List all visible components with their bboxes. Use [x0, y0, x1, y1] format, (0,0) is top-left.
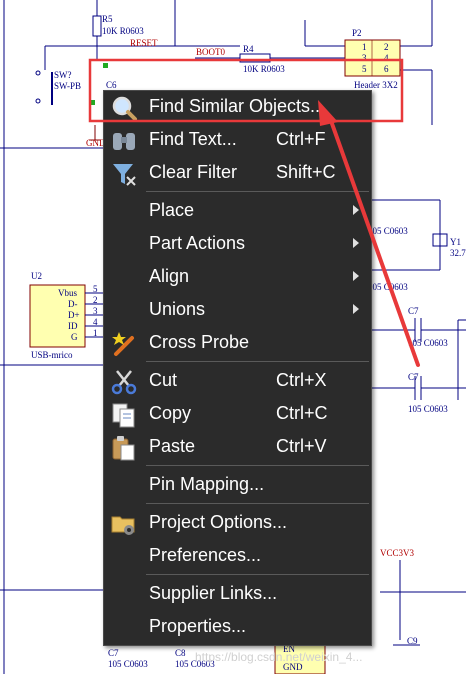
- menu-item-label: Pin Mapping...: [149, 474, 265, 494]
- c7-ref: C7: [408, 306, 419, 316]
- menu-separator: [146, 361, 369, 362]
- c7-ref: C7: [108, 648, 119, 658]
- cross-probe-icon: [112, 332, 134, 356]
- menu-item-cross-probe[interactable]: Cross Probe: [104, 327, 371, 360]
- cap-value: 105 C0603: [368, 282, 408, 292]
- cap-value: 105 C0603: [408, 338, 448, 348]
- menu-item-label: Align: [149, 266, 190, 286]
- menu-item-shortcut: Ctrl+X: [276, 370, 327, 390]
- u2-pin-number: 4: [93, 317, 98, 327]
- menu-item-place[interactable]: Place: [104, 195, 371, 228]
- u2-pin-number: 2: [93, 295, 98, 305]
- chevron-right-icon: [353, 304, 359, 314]
- menu-item-supplier-links[interactable]: Supplier Links...: [104, 578, 371, 611]
- cap-value: 105 C0603: [368, 226, 408, 236]
- u2-pin-number: 3: [93, 306, 98, 316]
- menu-item-cut[interactable]: Cut Ctrl+X: [104, 365, 371, 398]
- c6-ref: C6: [106, 80, 117, 90]
- project-options-icon: [111, 516, 135, 535]
- r4-ref: R4: [243, 44, 254, 54]
- menu-item-pin-mapping[interactable]: Pin Mapping...: [104, 469, 371, 502]
- menu-item-label: Cut: [149, 370, 178, 390]
- menu-item-unions[interactable]: Unions: [104, 294, 371, 327]
- u2-pin-number: 1: [93, 328, 98, 338]
- u2-pin-label: D-: [68, 299, 78, 309]
- p2-pin: 2: [384, 42, 389, 52]
- scissors-icon: [111, 370, 137, 395]
- y1-ref: Y1: [450, 237, 461, 247]
- switch-value: SW-PB: [54, 81, 82, 91]
- r5-value: 10K R0603: [102, 26, 144, 36]
- p2-pin: 6: [384, 64, 389, 74]
- context-menu: Find Similar Objects... Find Text... Ctr…: [103, 90, 372, 646]
- r4-value: 10K R0603: [243, 64, 285, 74]
- y1-value: 32.7: [450, 248, 466, 258]
- menu-item-clear-filter[interactable]: Clear Filter Shift+C: [104, 157, 371, 190]
- magnifier-icon: [112, 96, 137, 121]
- menu-item-align[interactable]: Align: [104, 261, 371, 294]
- menu-item-label: Find Text...: [149, 129, 237, 149]
- cap-value: 105 C0603: [108, 659, 148, 669]
- copy-icon: [112, 403, 135, 428]
- u2-pin-number: 5: [93, 284, 98, 294]
- menu-item-shortcut: Ctrl+V: [276, 436, 327, 456]
- p2-pin: 1: [362, 42, 367, 52]
- c9-ref: C9: [407, 636, 418, 646]
- u2-pin-label: D+: [68, 310, 80, 320]
- chevron-right-icon: [353, 205, 359, 215]
- menu-item-label: Paste: [149, 436, 196, 456]
- paste-icon: [112, 436, 135, 461]
- menu-item-label: Place: [149, 200, 195, 220]
- watermark: https://blog.csdn.net/weixin_4...: [195, 650, 363, 664]
- menu-item-properties[interactable]: Properties...: [104, 611, 371, 644]
- header-value: Header 3X2: [354, 80, 398, 90]
- u2-ref: U2: [31, 271, 42, 281]
- p2-pin: 5: [362, 64, 367, 74]
- boot0-net-label: BOOT0: [196, 47, 225, 57]
- c7-ref: C7: [408, 372, 419, 382]
- menu-item-label: Unions: [149, 299, 206, 319]
- menu-item-label: Supplier Links...: [149, 583, 278, 603]
- menu-item-project-options[interactable]: Project Options...: [104, 507, 371, 540]
- menu-item-label: Copy: [149, 403, 192, 423]
- menu-item-label: Preferences...: [149, 545, 262, 565]
- menu-item-label: Properties...: [149, 616, 247, 636]
- menu-separator: [146, 191, 369, 192]
- menu-item-label: Clear Filter: [149, 162, 238, 182]
- u2-pin-label: Vbus: [58, 288, 78, 298]
- u2-pin-label: G: [71, 332, 78, 342]
- p2-pin: 4: [384, 53, 389, 63]
- menu-item-preferences[interactable]: Preferences...: [104, 540, 371, 573]
- chevron-right-icon: [353, 271, 359, 281]
- chevron-right-icon: [353, 238, 359, 248]
- p2-pin: 3: [362, 53, 367, 63]
- menu-item-label: Part Actions: [149, 233, 246, 253]
- menu-item-copy[interactable]: Copy Ctrl+C: [104, 398, 371, 431]
- menu-item-find-text[interactable]: Find Text... Ctrl+F: [104, 124, 371, 157]
- reset-net-label: RESET: [130, 38, 158, 48]
- menu-item-shortcut: Ctrl+C: [276, 403, 328, 423]
- binoculars-icon: [113, 133, 135, 150]
- menu-item-label: Find Similar Objects...: [149, 96, 326, 116]
- menu-item-find-similar-objects[interactable]: Find Similar Objects...: [104, 91, 371, 124]
- menu-separator: [146, 574, 369, 575]
- p2-ref: P2: [352, 28, 362, 38]
- cap-value: 105 C0603: [408, 404, 448, 414]
- vcc-net-label: VCC3V3: [380, 548, 415, 558]
- menu-item-paste[interactable]: Paste Ctrl+V: [104, 431, 371, 464]
- c8-ref: C8: [175, 648, 186, 658]
- u2-value: USB-mrico: [31, 350, 73, 360]
- funnel-clear-icon: [113, 164, 136, 186]
- u2-pin-label: ID: [68, 321, 78, 331]
- menu-separator: [146, 503, 369, 504]
- menu-separator: [146, 465, 369, 466]
- menu-item-shortcut: Ctrl+F: [276, 129, 326, 149]
- menu-item-part-actions[interactable]: Part Actions: [104, 228, 371, 261]
- menu-item-label: Cross Probe: [149, 332, 250, 352]
- r5-ref: R5: [102, 14, 113, 24]
- menu-item-shortcut: Shift+C: [276, 162, 336, 182]
- switch-ref: SW?: [54, 70, 72, 80]
- menu-item-label: Project Options...: [149, 512, 288, 532]
